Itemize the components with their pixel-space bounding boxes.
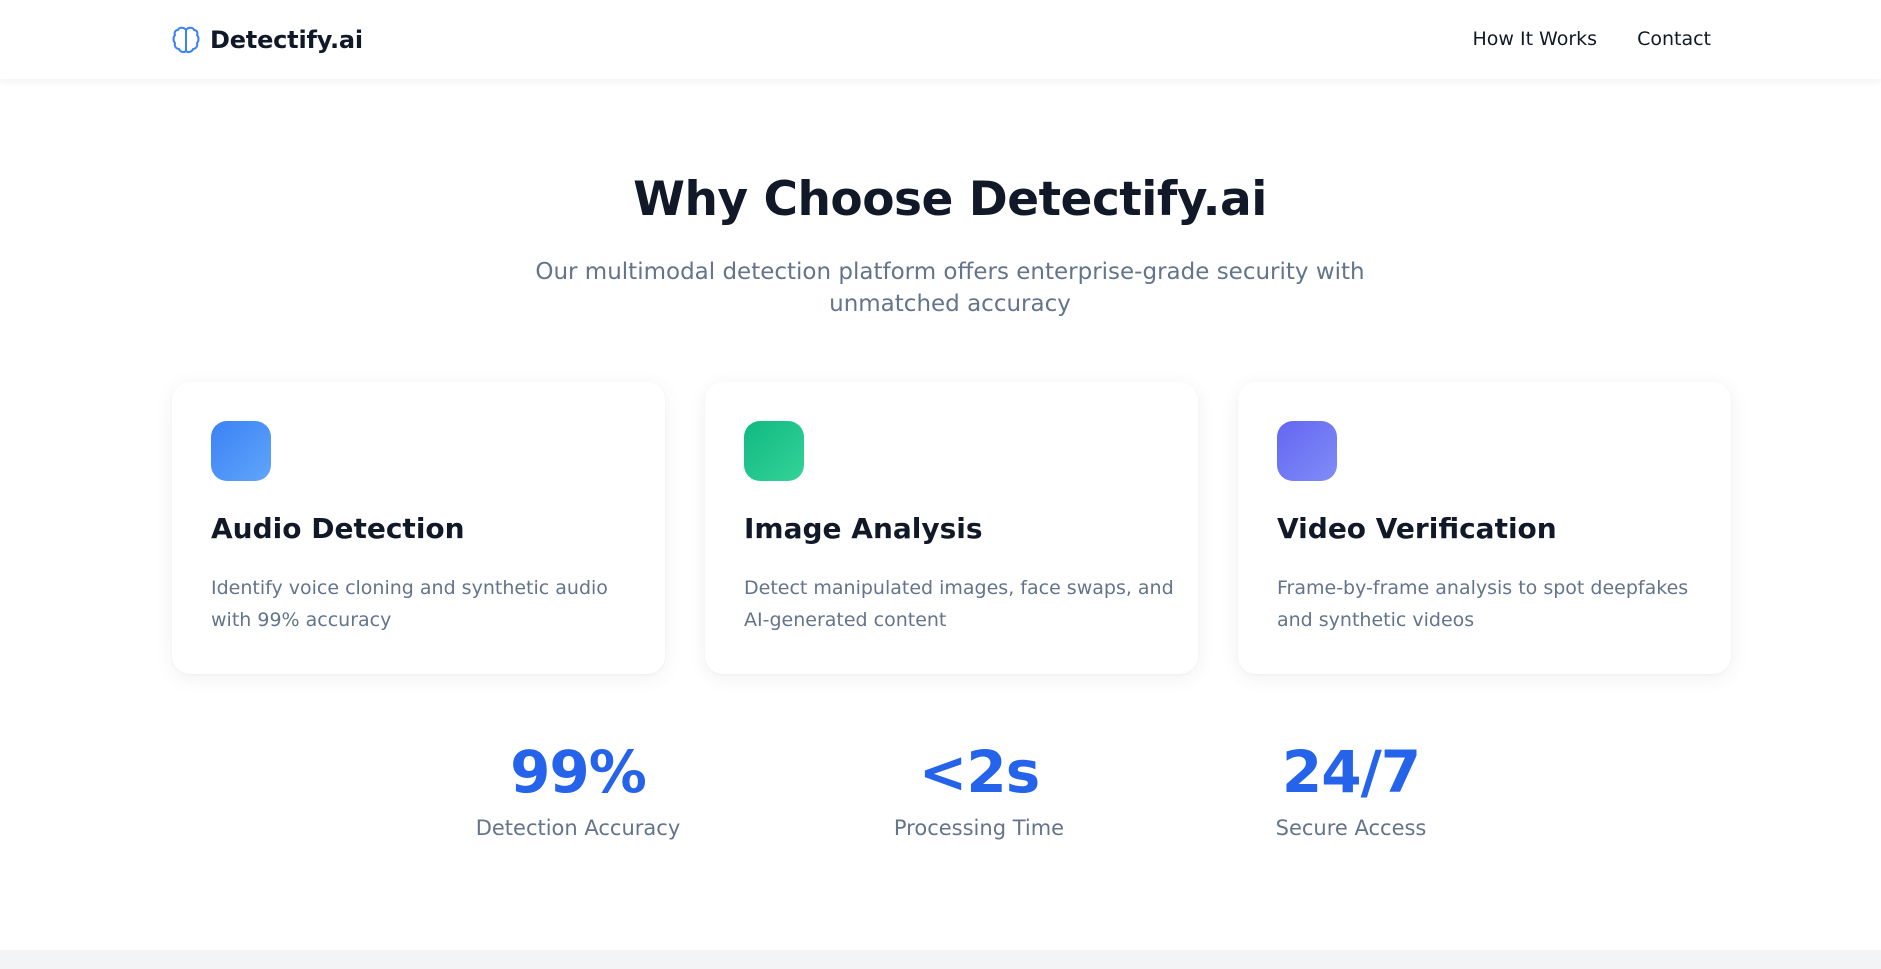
feature-card-audio: Audio Detection Identify voice cloning a… <box>172 382 665 674</box>
feature-card-image: Image Analysis Detect manipulated images… <box>705 382 1198 674</box>
stat-detection-accuracy: 99% Detection Accuracy <box>428 736 728 840</box>
feature-description: Identify voice cloning and synthetic aud… <box>211 577 608 631</box>
nav-links: How It Works Contact <box>1472 24 1711 54</box>
image-icon <box>744 421 804 481</box>
brand-logo-link[interactable]: Detectify.ai <box>172 22 363 58</box>
brand-name: Detectify.ai <box>210 26 363 54</box>
feature-description: Detect manipulated images, face swaps, a… <box>744 577 1174 631</box>
section-title: Why Choose Detectify.ai <box>633 172 1267 227</box>
stat-label: Detection Accuracy <box>475 816 681 840</box>
stat-processing-time: <2s Processing Time <box>829 736 1129 840</box>
stat-value: 99% <box>510 738 647 806</box>
stat-secure-access: 24/7 Secure Access <box>1201 736 1501 840</box>
top-navbar: Detectify.ai How It Works Contact <box>0 0 1881 79</box>
feature-title: Image Analysis <box>744 512 983 545</box>
feature-description: Frame-by-frame analysis to spot deepfake… <box>1277 577 1689 631</box>
audio-icon <box>211 421 271 481</box>
feature-card-video: Video Verification Frame-by-frame analys… <box>1238 382 1731 674</box>
stat-value: <2s <box>918 738 1040 806</box>
feature-title: Audio Detection <box>211 512 465 545</box>
footer-strip <box>0 950 1881 969</box>
nav-link-how-it-works[interactable]: How It Works <box>1472 28 1597 50</box>
stat-label: Processing Time <box>893 816 1065 840</box>
section-subtitle: Our multimodal detection platform offers… <box>535 259 1365 317</box>
stat-value: 24/7 <box>1281 738 1421 806</box>
nav-link-contact[interactable]: Contact <box>1637 28 1711 50</box>
feature-title: Video Verification <box>1277 512 1557 545</box>
video-icon <box>1277 421 1337 481</box>
stat-label: Secure Access <box>1275 816 1427 840</box>
brain-icon <box>172 26 200 54</box>
